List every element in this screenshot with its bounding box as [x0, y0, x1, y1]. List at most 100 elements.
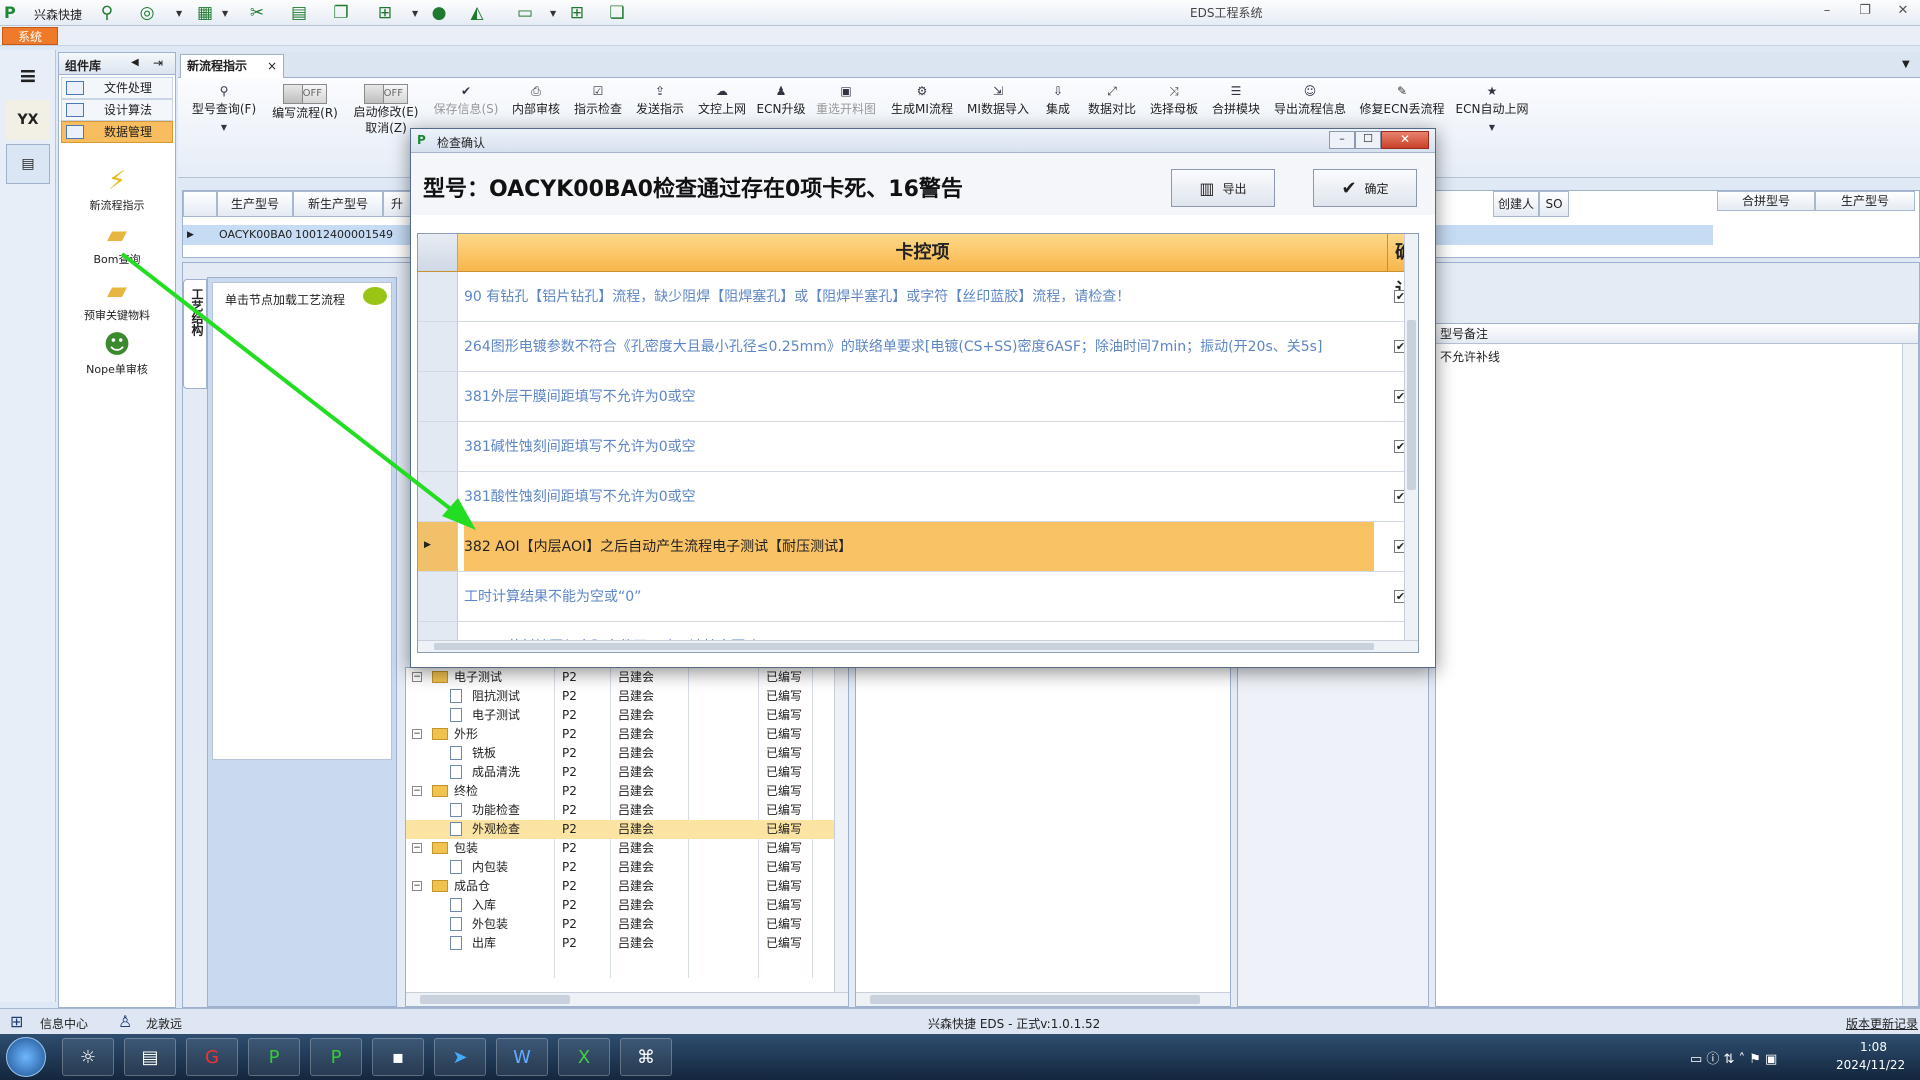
- scroll-thumb[interactable]: [1407, 320, 1416, 490]
- note-vertical-scrollbar[interactable]: [1902, 344, 1918, 1006]
- windows-icon[interactable]: ⊞: [566, 3, 588, 23]
- component-item-design-algorithm[interactable]: 设计算法: [61, 99, 173, 121]
- chevron-down-icon[interactable]: ▼: [412, 9, 418, 18]
- windows-stack-icon[interactable]: ❏: [606, 3, 628, 23]
- confirm-checkbox[interactable]: ✔: [1394, 340, 1404, 353]
- row-header[interactable]: [418, 622, 458, 640]
- tab-dropdown-icon[interactable]: ▼: [1902, 59, 1910, 70]
- confirm-checkbox[interactable]: ✔: [1394, 290, 1404, 303]
- nav-bom-query[interactable]: ▰ Bom查询: [61, 219, 173, 267]
- tray-icons[interactable]: ▭ ⓘ ⇅ ˄ ⚑ ▣: [1690, 1048, 1777, 1067]
- tree-toggle-icon[interactable]: −: [412, 729, 422, 739]
- ribbon-instruction-check[interactable]: ☑ 指示检查: [568, 84, 628, 117]
- ribbon-doc-online[interactable]: ☁ 文控上网: [692, 84, 752, 117]
- check-item-row[interactable]: 381外层干膜间距填写不允许为0或空 ✔: [418, 372, 1404, 422]
- row-header[interactable]: [418, 272, 458, 321]
- check-item-row[interactable]: ▶ 382 AOI【内层AOI】之后自动产生流程电子测试【耐压测试】 ✔: [418, 522, 1404, 572]
- tree-row[interactable]: 出库 P2 吕建会 已编写: [406, 934, 834, 953]
- tree-row[interactable]: − 电子测试 P2 吕建会 已编写: [406, 668, 834, 687]
- confirm-checkbox[interactable]: ✔: [1394, 490, 1404, 503]
- tree-row[interactable]: 功能检查 P2 吕建会 已编写: [406, 801, 834, 820]
- column-header[interactable]: 合拼型号: [1717, 191, 1815, 211]
- ribbon-save-info[interactable]: ✔ 保存信息(S): [428, 84, 504, 117]
- hamburger-menu-icon[interactable]: ≡: [6, 56, 50, 96]
- save-icon[interactable]: ▪: [372, 1038, 424, 1076]
- update-log-link[interactable]: 版本更新记录: [1846, 1015, 1918, 1032]
- chevron-down-icon[interactable]: ▼: [222, 9, 228, 18]
- export-button[interactable]: ▥ 导出: [1171, 169, 1275, 207]
- confirm-checkbox[interactable]: ✔: [1394, 440, 1404, 453]
- ribbon-reselect-cut-drawing[interactable]: ▣ 重选开料图: [810, 84, 882, 117]
- excel-icon[interactable]: X: [558, 1038, 610, 1076]
- tree-row[interactable]: − 成品仓 P2 吕建会 已编写: [406, 877, 834, 896]
- remote-icon[interactable]: ⌘: [620, 1038, 672, 1076]
- ribbon-select-mother-board[interactable]: ⤨ 选择母板: [1144, 84, 1204, 117]
- confirm-button[interactable]: ✔ 确定: [1313, 169, 1417, 207]
- ribbon-ecn-auto-online[interactable]: ★ ECN自动上网 ▼: [1452, 84, 1532, 139]
- tree-row[interactable]: 外观检查 P2 吕建会 已编写: [406, 820, 834, 839]
- check-item-row[interactable]: 工时计算结果不能为空或“0” ✔: [418, 572, 1404, 622]
- middle-horizontal-scrollbar[interactable]: [856, 992, 1230, 1006]
- chevron-down-icon[interactable]: ▼: [550, 9, 556, 18]
- row-header[interactable]: [418, 472, 458, 521]
- table-icon[interactable]: ▦: [194, 3, 216, 23]
- tree-row[interactable]: 内包装 P2 吕建会 已编写: [406, 858, 834, 877]
- tree-row[interactable]: 入库 P2 吕建会 已编写: [406, 896, 834, 915]
- word-icon[interactable]: W: [496, 1038, 548, 1076]
- column-header[interactable]: 新生产型号: [293, 191, 383, 217]
- tree-row[interactable]: 电子测试 P2 吕建会 已编写: [406, 706, 834, 725]
- check-item-row[interactable]: 264图形电镀参数不符合《孔密度大且最小孔径≤0.25mm》的联络单要求[电镀(…: [418, 322, 1404, 372]
- dialog-vertical-scrollbar[interactable]: [1404, 234, 1418, 640]
- column-header[interactable]: 升: [383, 191, 411, 217]
- pin-icon[interactable]: ⇥: [153, 56, 163, 70]
- chevron-down-icon[interactable]: ▼: [176, 9, 182, 18]
- row-header[interactable]: [418, 572, 458, 621]
- close-button[interactable]: ✕: [1890, 3, 1916, 21]
- info-center-link[interactable]: 信息中心: [40, 1015, 88, 1032]
- tree-vertical-scrollbar[interactable]: [834, 668, 848, 992]
- tree-toggle-icon[interactable]: −: [412, 843, 422, 853]
- scroll-thumb[interactable]: [434, 643, 1374, 650]
- scroll-thumb[interactable]: [870, 995, 1200, 1004]
- collapse-left-icon[interactable]: ◀: [131, 57, 139, 68]
- component-item-file-processing[interactable]: 文件处理: [61, 77, 173, 99]
- tree-row[interactable]: − 外形 P2 吕建会 已编写: [406, 725, 834, 744]
- column-header[interactable]: 生产型号: [1815, 191, 1915, 211]
- tree-row[interactable]: 阻抗测试 P2 吕建会 已编写: [406, 687, 834, 706]
- monitor-icon[interactable]: ▭: [514, 3, 536, 23]
- row-header[interactable]: [418, 322, 458, 371]
- ribbon-data-compare[interactable]: ⤢ 数据对比: [1082, 84, 1142, 117]
- check-item-row[interactable]: 381碱性蚀刻间距填写不允许为0或空 ✔: [418, 422, 1404, 472]
- tab-process-structure[interactable]: 工艺结构: [183, 279, 207, 389]
- ribbon-mi-data-import[interactable]: ⇲ MI数据导入: [962, 84, 1034, 117]
- write-process-toggle[interactable]: OFF: [283, 84, 327, 104]
- dialog-minimize-button[interactable]: –: [1329, 131, 1355, 149]
- scissors-icon[interactable]: ✂: [246, 3, 268, 23]
- chart-icon[interactable]: ◭: [466, 3, 488, 23]
- restore-button[interactable]: ❐: [1852, 3, 1878, 21]
- minimize-button[interactable]: –: [1814, 3, 1840, 21]
- lifebuoy-icon[interactable]: ◎: [136, 3, 158, 23]
- column-header[interactable]: SO: [1539, 191, 1569, 217]
- dialog-maximize-button[interactable]: ☐: [1355, 131, 1381, 149]
- confirm-checkbox[interactable]: ✔: [1394, 540, 1404, 553]
- ribbon-send-instruction[interactable]: ⇪ 发送指示: [630, 84, 690, 117]
- arrow-app-icon[interactable]: ➤: [434, 1038, 486, 1076]
- tab-close-icon[interactable]: ×: [267, 55, 277, 77]
- row-header[interactable]: ▶: [418, 522, 458, 571]
- ribbon-ecn-upgrade[interactable]: ♟ ECN升级: [754, 84, 808, 117]
- user-icon[interactable]: ●: [428, 3, 450, 23]
- ribbon-export-process-info[interactable]: ☺ 导出流程信息: [1268, 84, 1352, 117]
- start-edit-toggle[interactable]: OFF: [364, 84, 408, 104]
- shell-icon[interactable]: ☼: [62, 1038, 114, 1076]
- yx-module-icon[interactable]: YX: [6, 100, 50, 140]
- eds-icon[interactable]: P: [310, 1038, 362, 1076]
- check-items-header[interactable]: 卡控项: [458, 234, 1388, 272]
- confirm-checkbox[interactable]: ✔: [1394, 390, 1404, 403]
- confirm-checkbox[interactable]: ✔: [1394, 590, 1404, 603]
- row-header[interactable]: [418, 422, 458, 471]
- nav-nope-review[interactable]: ☻ Nope单审核: [61, 329, 173, 377]
- nav-prereview-materials[interactable]: ▰ 预审关键物料: [61, 275, 173, 323]
- check-item-row[interactable]: 90 有钻孔【铝片钻孔】流程，缺少阻焊【阻焊塞孔】或【阻焊半塞孔】或字符【丝印蓝…: [418, 272, 1404, 322]
- component-item-data-management[interactable]: 数据管理: [61, 121, 173, 143]
